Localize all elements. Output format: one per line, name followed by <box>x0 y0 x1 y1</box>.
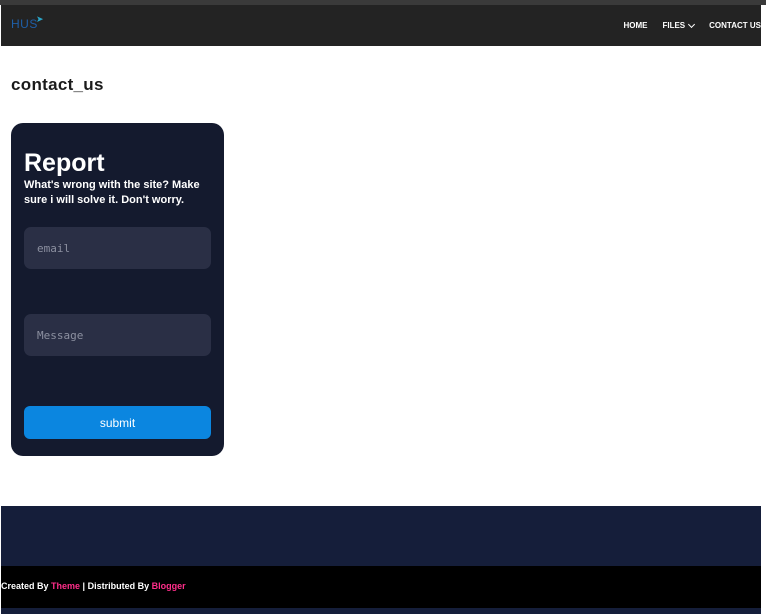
message-input[interactable] <box>24 314 211 356</box>
page-title: contact_us <box>11 75 104 94</box>
submit-button[interactable]: submit <box>24 406 211 439</box>
footer-bottom: Created By Theme | Distributed By Blogge… <box>1 566 761 608</box>
form-title: Report <box>24 149 105 177</box>
logo-text: HUS <box>11 17 38 31</box>
logo-flag-icon: ➤ <box>36 14 44 24</box>
email-input[interactable] <box>24 227 211 269</box>
credits-separator: | Distributed By <box>80 581 152 591</box>
nav-contact-us[interactable]: CONTACT US <box>709 21 761 30</box>
chevron-down-icon <box>688 20 696 28</box>
form-subtitle: What's wrong with the site? Make sure i … <box>24 179 200 206</box>
navbar: HUS ➤ HOME FILES CONTACT US <box>1 5 761 46</box>
footer-credits: Created By Theme | Distributed By Blogge… <box>1 581 186 591</box>
footer-top <box>1 506 761 566</box>
main-nav: HOME FILES CONTACT US <box>623 5 761 46</box>
report-form-card: Report What's wrong with the site? Make … <box>11 123 224 456</box>
nav-home[interactable]: HOME <box>623 21 647 30</box>
nav-files[interactable]: FILES <box>662 20 696 30</box>
theme-link[interactable]: Theme <box>51 581 80 591</box>
bottom-strip <box>1 608 761 614</box>
nav-home-label: HOME <box>623 21 648 30</box>
site-logo[interactable]: HUS ➤ <box>11 14 51 36</box>
blogger-link[interactable]: Blogger <box>152 581 186 591</box>
nav-files-label: FILES <box>662 21 686 30</box>
credits-prefix: Created By <box>1 581 52 591</box>
nav-contact-label: CONTACT US <box>709 21 761 30</box>
